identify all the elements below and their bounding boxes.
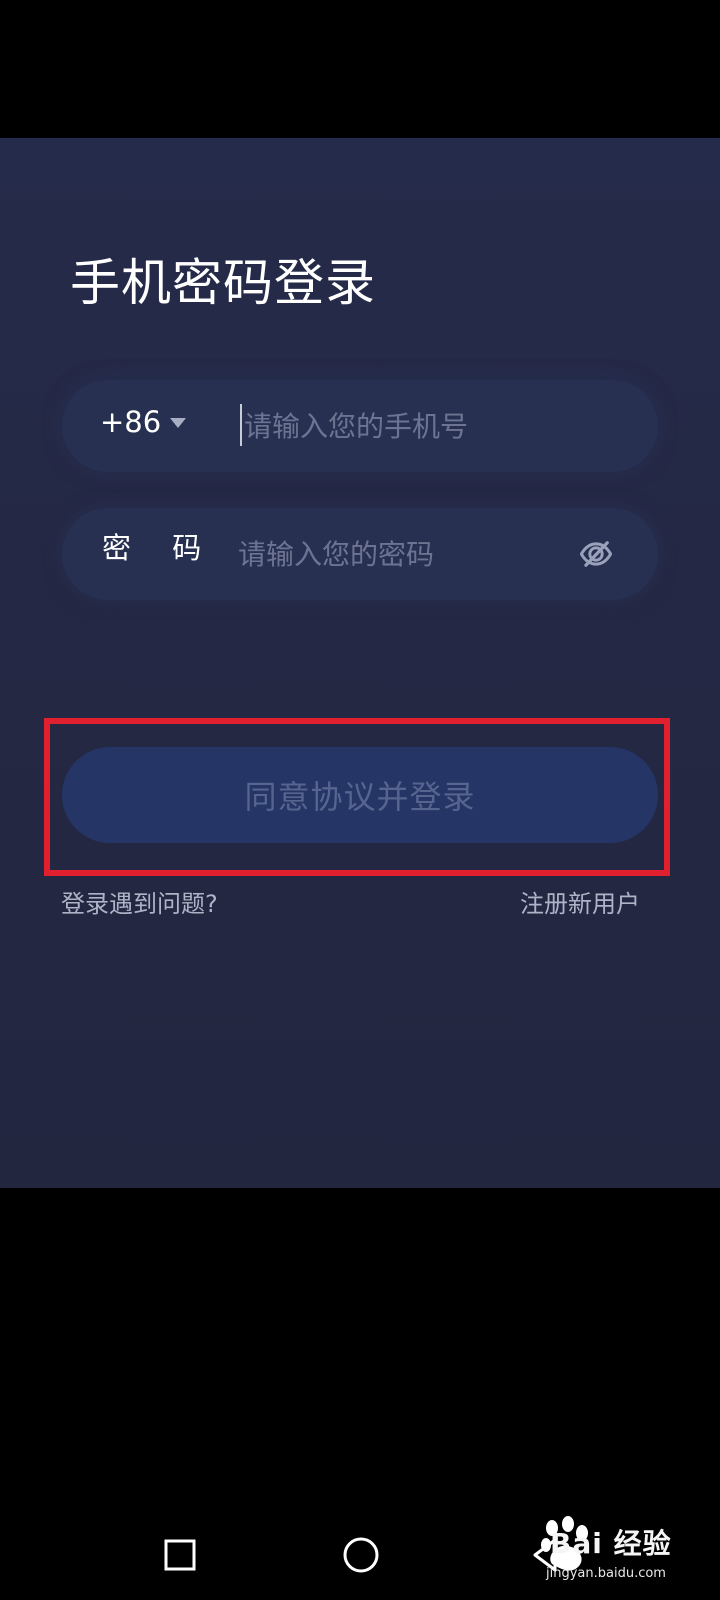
password-label: 密 码 — [102, 531, 218, 565]
login-help-link[interactable]: 登录遇到问题? — [61, 892, 218, 916]
phone-input[interactable] — [244, 400, 624, 452]
square-icon — [164, 1539, 196, 1571]
password-visibility-toggle[interactable] — [574, 532, 618, 576]
page-title: 手机密码登录 — [70, 254, 376, 312]
eye-off-icon — [579, 541, 613, 567]
text-cursor — [240, 404, 242, 446]
circle-icon — [343, 1537, 379, 1573]
screen: 手机密码登录 +86 密 码 同意协议并登录 登录遇到问题? 注册新用户 — [0, 0, 720, 1600]
watermark-brand: Bai 经验 — [550, 1527, 672, 1560]
baidu-jingyan-watermark: Bai 经验 jingyan.baidu.com — [532, 1510, 712, 1590]
password-input[interactable] — [238, 528, 568, 580]
country-code-selector[interactable]: +86 — [100, 408, 161, 437]
dropdown-triangle-icon[interactable] — [170, 418, 186, 428]
register-link[interactable]: 注册新用户 — [520, 892, 640, 916]
watermark-url: jingyan.baidu.com — [546, 1566, 666, 1581]
agree-and-login-button[interactable]: 同意协议并登录 — [62, 747, 658, 843]
home-button[interactable] — [326, 1520, 396, 1590]
phone-field[interactable]: +86 — [62, 380, 658, 472]
password-field[interactable]: 密 码 — [62, 508, 658, 600]
recent-apps-button[interactable] — [145, 1520, 215, 1590]
